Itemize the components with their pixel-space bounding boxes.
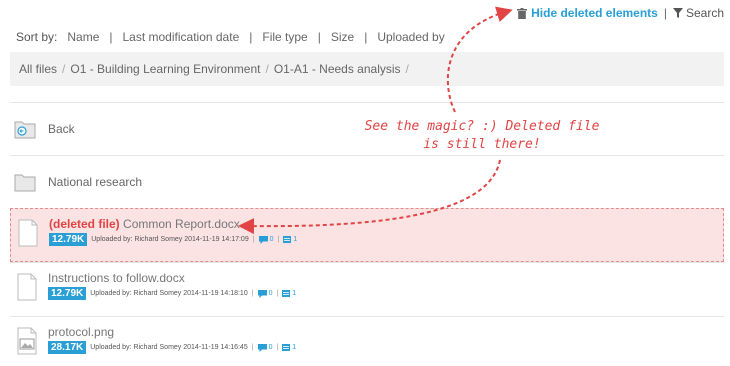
versions-icon: [283, 236, 292, 243]
sort-separator: |: [249, 30, 253, 44]
versions-count[interactable]: 1: [282, 344, 296, 351]
sort-option-modified[interactable]: Last modification date: [123, 30, 240, 44]
meta-separator: |: [252, 236, 255, 243]
sort-bar: Sort by: Name | Last modification date |…: [16, 30, 445, 44]
size-badge: 28.17K: [48, 341, 87, 354]
hide-deleted-label: Hide deleted elements: [531, 6, 658, 20]
back-folder-icon: [14, 121, 36, 139]
file-meta: 12.79K Uploaded by: Richard Somey 2014-1…: [48, 287, 296, 300]
file-name-line: Instructions to follow.docx: [48, 271, 296, 285]
file-name[interactable]: Instructions to follow.docx: [48, 271, 185, 285]
search-link[interactable]: Search: [672, 6, 724, 20]
breadcrumb-separator: /: [405, 62, 409, 76]
versions-count[interactable]: 1: [283, 236, 297, 243]
comments-value: 0: [269, 236, 274, 243]
file-info: protocol.png 28.17K Uploaded by: Richard…: [48, 325, 296, 354]
annotation-line: See the magic? :) Deleted file: [364, 119, 600, 134]
toolbar-separator: |: [663, 6, 667, 20]
versions-value: 1: [292, 290, 297, 297]
file-row-deleted[interactable]: (deleted file) Common Report.docx 12.79K…: [10, 208, 724, 262]
comments-count[interactable]: 0: [258, 235, 274, 244]
meta-separator: |: [251, 344, 254, 351]
sort-option-type[interactable]: File type: [262, 30, 307, 44]
breadcrumb-item[interactable]: O1 - Building Learning Environment: [70, 62, 260, 76]
image-file-icon: [17, 327, 37, 355]
file-meta: 28.17K Uploaded by: Richard Somey 2014-1…: [48, 341, 296, 354]
document-icon: [17, 273, 37, 301]
breadcrumb-separator: /: [265, 62, 269, 76]
versions-count[interactable]: 1: [282, 290, 296, 297]
trash-icon: [517, 7, 528, 19]
file-name[interactable]: Common Report.docx: [123, 217, 240, 231]
meta-separator: |: [277, 236, 280, 243]
comments-value: 0: [268, 344, 273, 351]
size-badge: 12.79K: [48, 287, 87, 300]
sort-by-label: Sort by:: [16, 30, 58, 44]
versions-value: 1: [292, 344, 297, 351]
sort-option-uploader[interactable]: Uploaded by: [377, 30, 444, 44]
uploaded-by: Uploaded by: Richard Somey 2014-11-19 14…: [90, 344, 248, 351]
sort-option-name[interactable]: Name: [67, 30, 99, 44]
breadcrumb: All files / O1 - Building Learning Envir…: [10, 52, 724, 86]
filter-icon: [672, 8, 683, 18]
file-row[interactable]: Instructions to follow.docx 12.79K Uploa…: [10, 262, 724, 316]
file-info: (deleted file) Common Report.docx 12.79K…: [49, 217, 297, 246]
file-name-line: (deleted file) Common Report.docx: [49, 217, 297, 231]
uploaded-by: Uploaded by: Richard Somey 2014-11-19 14…: [91, 236, 249, 243]
size-badge: 12.79K: [49, 233, 88, 246]
versions-icon: [282, 344, 291, 351]
deleted-tag: (deleted file): [49, 217, 120, 231]
uploaded-by: Uploaded by: Richard Somey 2014-11-19 14…: [90, 290, 248, 297]
meta-separator: |: [276, 344, 279, 351]
file-meta: 12.79K Uploaded by: Richard Somey 2014-1…: [49, 233, 297, 246]
sort-separator: |: [364, 30, 368, 44]
sort-separator: |: [109, 30, 113, 44]
file-name-line: protocol.png: [48, 325, 296, 339]
comments-value: 0: [268, 290, 273, 297]
annotation-line: is still there!: [423, 137, 541, 152]
file-info: Instructions to follow.docx 12.79K Uploa…: [48, 271, 296, 300]
sort-separator: |: [317, 30, 321, 44]
versions-value: 1: [293, 236, 298, 243]
comment-icon: [258, 235, 268, 244]
comment-icon: [257, 343, 267, 352]
folder-name: National research: [48, 175, 143, 189]
folder-row[interactable]: National research: [10, 155, 724, 208]
comment-icon: [257, 289, 267, 298]
document-icon: [18, 219, 38, 247]
meta-separator: |: [251, 290, 254, 297]
search-label: Search: [685, 6, 724, 20]
comments-count[interactable]: 0: [257, 289, 273, 298]
file-row[interactable]: protocol.png 28.17K Uploaded by: Richard…: [10, 316, 724, 366]
comments-count[interactable]: 0: [257, 343, 273, 352]
hide-deleted-link[interactable]: Hide deleted elements: [517, 6, 658, 20]
top-toolbar: Hide deleted elements | Search: [517, 6, 724, 20]
sort-option-size[interactable]: Size: [331, 30, 354, 44]
breadcrumb-item[interactable]: All files: [19, 62, 57, 76]
folder-name: Back: [48, 122, 75, 136]
folder-icon: [14, 174, 36, 192]
versions-icon: [282, 290, 291, 297]
breadcrumb-separator: /: [62, 62, 66, 76]
meta-separator: |: [276, 290, 279, 297]
annotation-text: See the magic? :) Deleted file is still …: [352, 118, 612, 154]
breadcrumb-item[interactable]: O1-A1 - Needs analysis: [274, 62, 401, 76]
file-name[interactable]: protocol.png: [48, 325, 114, 339]
